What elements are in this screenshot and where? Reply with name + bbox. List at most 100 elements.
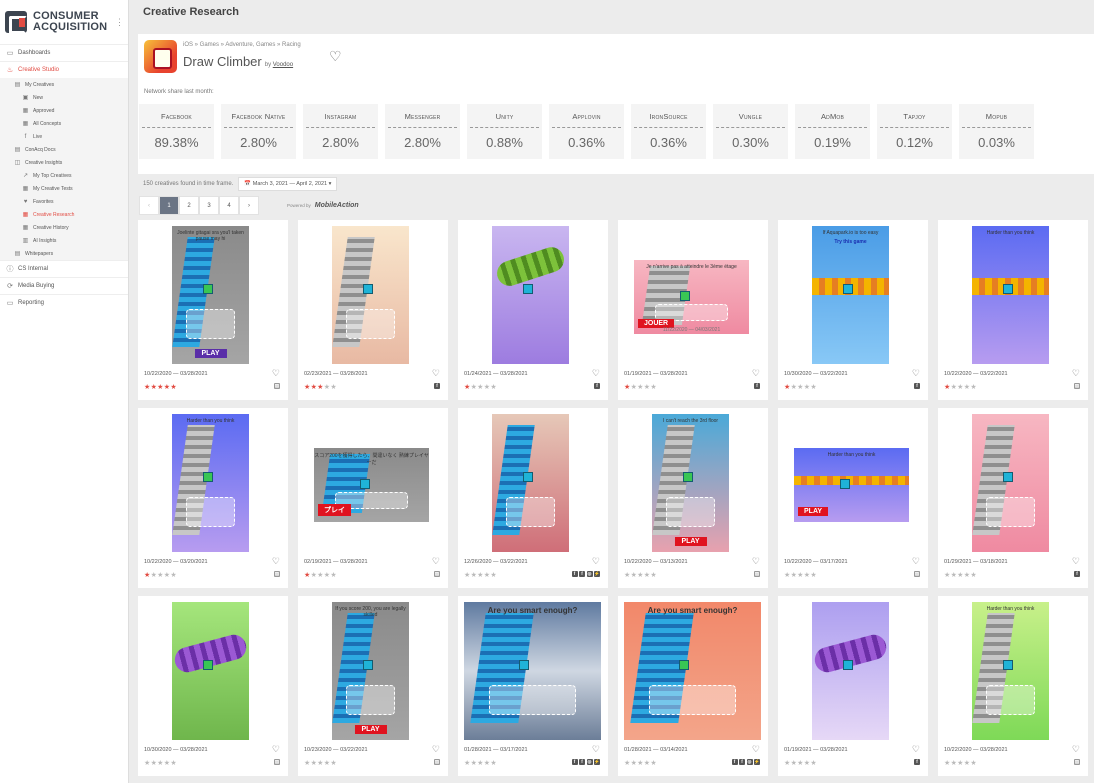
creative-thumbnail[interactable]: Are you smart enough? [464,602,601,740]
creative-card[interactable]: 01/19/2021 — 03/28/2021 ♡ ★★★★★ f [778,596,928,776]
sidebar-item-all-concepts[interactable]: ▦ All Concepts [0,117,128,130]
sidebar-item-creative-research[interactable]: ▦ Creative Research [0,208,128,221]
app-summary-panel: iOS » Games » Adventure, Games » Racing … [138,34,1094,174]
creative-thumbnail[interactable] [492,226,569,364]
instagram-icon: ◎ [746,759,753,765]
creative-thumbnail[interactable]: Harder than you think [172,414,249,552]
page-4-button[interactable]: 4 [219,196,239,215]
favorite-heart-icon[interactable]: ♡ [592,744,600,755]
brand-logo[interactable]: CONSUMER ACQUISITION ⋮ [0,0,128,44]
creative-thumbnail[interactable]: Harder than you think PLAY [794,448,909,522]
favorite-heart-icon[interactable]: ♡ [1072,744,1080,755]
favorite-heart-icon[interactable]: ♡ [592,368,600,379]
sidebar-item-reporting[interactable]: ▭ Reporting [0,294,128,311]
favorite-heart-icon[interactable]: ♡ [272,744,280,755]
favorite-heart-icon[interactable]: ♡ [272,556,280,567]
sidebar-item-dashboards[interactable]: ▭ Dashboards [0,44,128,61]
sidebar-item-cs-internal[interactable]: ⓘ CS Internal [0,260,128,277]
rating-star-icon: ★ [797,572,804,579]
favorite-heart-icon[interactable]: ♡ [432,368,440,379]
favorite-app-heart-icon[interactable]: ♡ [329,48,342,65]
creative-card[interactable]: If you score 200, you are legally skille… [298,596,448,776]
sidebar-item-my-creative-tests[interactable]: ▦ My Creative Tests [0,182,128,195]
creative-card[interactable]: Harder than you think PLAY 10/22/2020 — 0… [778,408,928,588]
creative-card[interactable]: 01/29/2021 — 03/18/2021 ♡ ★★★★★ f [938,408,1088,588]
creative-rating: ★★★★★ [784,759,817,767]
sidebar-item-creative-insights[interactable]: ◫ Creative Insights [0,156,128,169]
creative-card[interactable]: 02/23/2021 — 03/28/2021 ♡ ★★★★★ f [298,220,448,400]
sidebar-item-favorites[interactable]: ♥ Favorites [0,195,128,208]
sidebar-item-my-creatives[interactable]: ▤ My Creatives [0,78,128,91]
sidebar-item-approved[interactable]: ▦ Approved [0,104,128,117]
page-1-button[interactable]: 1 [159,196,179,215]
creative-card[interactable]: Are you smart enough? 01/28/2021 — 03/14… [618,596,768,776]
favorite-heart-icon[interactable]: ♡ [912,556,920,567]
creative-thumbnail[interactable]: If Aquapark.io is too easy Try this game [812,226,889,364]
sidebar-item-creative-history[interactable]: ▦ Creative History [0,221,128,234]
creative-thumbnail[interactable]: Harder than you think [972,226,1049,364]
creative-thumbnail[interactable] [332,226,409,364]
prev-page-button[interactable]: ‹ [139,196,159,215]
page-2-button[interactable]: 2 [179,196,199,215]
creative-thumbnail[interactable] [972,414,1049,552]
collapse-sidebar-icon[interactable]: ⋮ [115,17,124,28]
creative-card[interactable]: Are you smart enough? 01/28/2021 — 03/17… [458,596,608,776]
creative-card[interactable]: Je n'arrive pas à atteindre le 3ème étag… [618,220,768,400]
sidebar-item-media-buying[interactable]: ⟳ Media Buying [0,277,128,294]
creative-card[interactable]: スコア200を獲得したら、間違いなく 熟練プレイヤーだ プレイ 02/19/202… [298,408,448,588]
rating-star-icon: ★ [784,572,791,579]
sidebar-item-live[interactable]: f Live [0,130,128,143]
sidebar-item-my-top-creatives[interactable]: ↗ My Top Creatives [0,169,128,182]
creative-networks: f f ◎ ⚡ [571,571,600,577]
creative-rating: ★★★★★ [624,383,657,391]
creative-card[interactable]: Joelinte gitagai sra you'l taken pause m… [138,220,288,400]
creative-thumbnail[interactable]: Joelinte gitagai sra you'l taken pause m… [172,226,249,364]
favorite-heart-icon[interactable]: ♡ [592,556,600,567]
favorite-heart-icon[interactable]: ♡ [432,744,440,755]
creative-thumbnail[interactable] [492,414,569,552]
creative-thumbnail[interactable]: Harder than you think [972,602,1049,740]
creative-card[interactable]: Harder than you think 10/22/2020 — 03/22… [938,220,1088,400]
creative-card[interactable]: 10/30/2020 — 03/28/2021 ♡ ★★★★★ ▨ [138,596,288,776]
creative-thumbnail[interactable]: Je n'arrive pas à atteindre le 3ème étag… [634,260,749,334]
creative-networks: ▨ [434,571,440,577]
network-share-value: 2.80% [404,135,441,150]
favorite-heart-icon[interactable]: ♡ [1072,556,1080,567]
date-range-picker[interactable]: 📅 March 3, 2021 — April 2, 2021 ▾ [238,177,338,191]
creative-card[interactable]: I can't reach the 3rd floor PLAY 10/22/20… [618,408,768,588]
sidebar-item-whitepapers[interactable]: ▤ Whitepapers [0,247,128,260]
sidebar-item-ai-insights[interactable]: ▥ AI Insights [0,234,128,247]
rating-star-icon: ★ [810,572,817,579]
next-page-button[interactable]: › [239,196,259,215]
rating-star-icon: ★ [784,384,791,391]
rating-star-icon: ★ [170,760,177,767]
favorite-heart-icon[interactable]: ♡ [1072,368,1080,379]
creative-thumbnail[interactable]: Are you smart enough? [624,602,761,740]
page-3-button[interactable]: 3 [199,196,219,215]
sidebar-item-creative-studio[interactable]: ♨ Creative Studio [0,61,128,78]
heart-icon: ♥ [23,198,28,205]
favorite-heart-icon[interactable]: ♡ [432,556,440,567]
rating-star-icon: ★ [330,572,337,579]
creative-thumbnail[interactable] [812,602,889,740]
app-icon[interactable] [144,40,177,73]
creative-card[interactable]: 12/26/2020 — 03/22/2021 ♡ ★★★★★ f f ◎ ⚡ [458,408,608,588]
favorite-heart-icon[interactable]: ♡ [272,368,280,379]
favorite-heart-icon[interactable]: ♡ [752,368,760,379]
favorite-heart-icon[interactable]: ♡ [912,744,920,755]
creative-thumbnail[interactable]: I can't reach the 3rd floor PLAY [652,414,729,552]
favorite-heart-icon[interactable]: ♡ [912,368,920,379]
favorite-heart-icon[interactable]: ♡ [752,744,760,755]
stack-icon: ▦ [22,108,29,114]
creative-thumbnail[interactable] [172,602,249,740]
favorite-heart-icon[interactable]: ♡ [752,556,760,567]
sidebar-item-conacq-docs[interactable]: ▤ ConAcq Docs [0,143,128,156]
creative-card[interactable]: 01/24/2021 — 03/28/2021 ♡ ★★★★★ f [458,220,608,400]
creative-card[interactable]: If Aquapark.io is too easy Try this game … [778,220,928,400]
creative-thumbnail[interactable]: スコア200を獲得したら、間違いなく 熟練プレイヤーだ プレイ [314,448,429,522]
sidebar-item-new[interactable]: ▣ New [0,91,128,104]
creative-card[interactable]: Harder than you think 10/22/2020 — 03/20… [138,408,288,588]
creative-thumbnail[interactable]: If you score 200, you are legally skille… [332,602,409,740]
creative-card[interactable]: Harder than you think 10/22/2020 — 03/28… [938,596,1088,776]
developer-link[interactable]: Voodoo [273,62,293,68]
